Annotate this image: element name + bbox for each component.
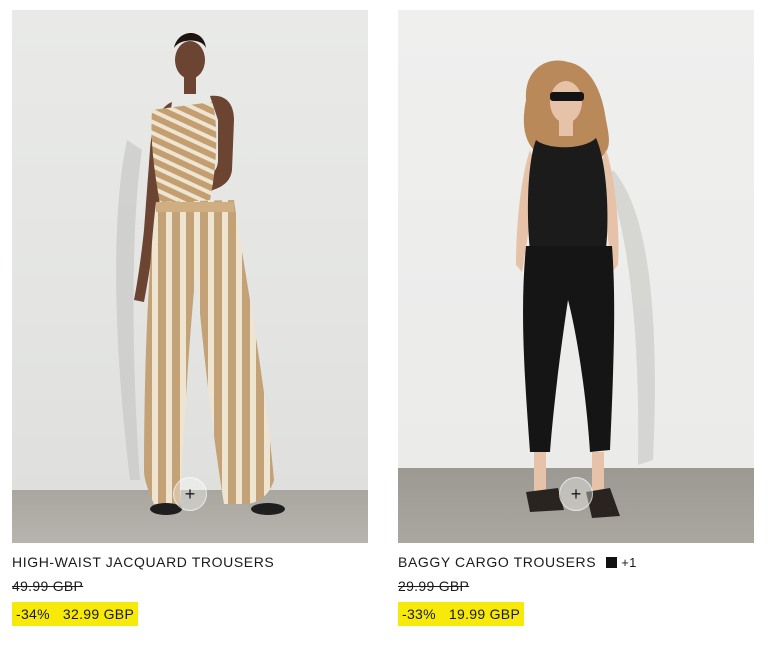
product-card-high-waist-jacquard-trousers[interactable]: + HIGH-WAIST JACQUARD TROUSERS 49.99 GBP… — [12, 10, 368, 626]
original-price: 49.99 GBP — [12, 578, 84, 594]
quick-add-button[interactable]: + — [173, 477, 207, 511]
sale-price-badge: -33% 19.99 GBP — [398, 602, 525, 626]
plus-icon: + — [570, 484, 582, 504]
more-colors-count[interactable]: +1 — [621, 555, 636, 570]
product-title-row: BAGGY CARGO TROUSERS +1 — [398, 553, 754, 571]
product-card-baggy-cargo-trousers[interactable]: + BAGGY CARGO TROUSERS +1 29.99 GBP -33%… — [398, 10, 754, 626]
sale-price: 19.99 GBP — [448, 606, 521, 622]
product-image[interactable]: + — [12, 10, 368, 543]
plus-icon: + — [184, 484, 196, 504]
discount-percent: -33% — [402, 606, 436, 622]
original-price: 29.99 GBP — [398, 578, 470, 594]
product-image[interactable]: + — [398, 10, 754, 543]
product-title[interactable]: HIGH-WAIST JACQUARD TROUSERS — [12, 554, 274, 570]
product-grid: + HIGH-WAIST JACQUARD TROUSERS 49.99 GBP… — [0, 0, 769, 648]
product-title-row: HIGH-WAIST JACQUARD TROUSERS — [12, 553, 368, 571]
product-title[interactable]: BAGGY CARGO TROUSERS — [398, 554, 596, 570]
sale-price: 32.99 GBP — [62, 606, 135, 622]
discount-percent: -34% — [16, 606, 50, 622]
model-figure — [516, 60, 655, 518]
sale-price-badge: -34% 32.99 GBP — [12, 602, 139, 626]
model-figure — [116, 33, 285, 515]
quick-add-button[interactable]: + — [559, 477, 593, 511]
color-swatch-black[interactable] — [606, 556, 618, 568]
